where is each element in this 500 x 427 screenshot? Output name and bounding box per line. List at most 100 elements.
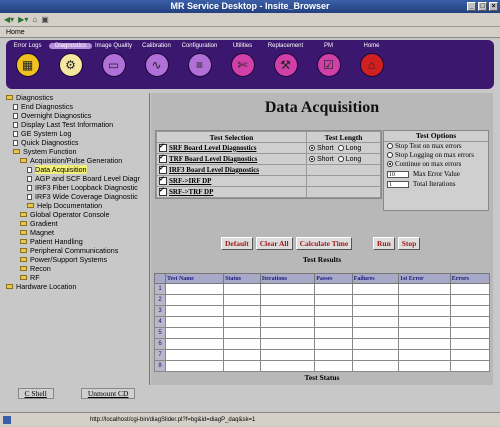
test-name-link[interactable]: IRF3 Board Level Diagnostics xyxy=(169,166,259,174)
tree-item-label: Peripheral Communications xyxy=(30,246,119,255)
grid-icon[interactable]: ▦ xyxy=(15,53,40,77)
tree-item[interactable]: Help Documentation xyxy=(4,201,149,210)
test-checkbox[interactable] xyxy=(159,153,167,164)
length-short-radio[interactable] xyxy=(309,144,315,151)
tree-item[interactable]: Global Operator Console xyxy=(4,210,149,219)
length-short-radio[interactable] xyxy=(309,155,315,162)
tree-item[interactable]: Quick Diagnostics xyxy=(4,138,149,147)
toolbar-item-utilities[interactable]: Utilities ✄ xyxy=(221,40,264,89)
wrench-icon[interactable]: ⚒ xyxy=(273,53,298,77)
stop-nav-icon[interactable]: ▣ xyxy=(41,15,49,24)
document-icon xyxy=(27,193,32,200)
toolbar-item-calibration[interactable]: Calibration ∿ xyxy=(135,40,178,89)
tree-item[interactable]: Overnight Diagnostics xyxy=(4,111,149,120)
results-cell xyxy=(351,294,399,306)
results-cell xyxy=(449,294,491,306)
config-icon[interactable]: ≡ xyxy=(187,53,212,77)
c-shell-button[interactable]: C Shell xyxy=(17,388,54,399)
tree-item[interactable]: Acquisition/Pulse Generation xyxy=(4,156,149,165)
results-row: 7 xyxy=(154,349,491,361)
tree-item[interactable]: Power/Support Systems xyxy=(4,255,149,264)
tree-item[interactable]: Peripheral Communications xyxy=(4,246,149,255)
tree-item[interactable]: Diagnostics xyxy=(4,93,149,102)
test-name-link[interactable]: SRF->IRF DP xyxy=(169,177,211,185)
max-error-input[interactable]: 10 xyxy=(387,170,409,178)
toolbar-item-replacement[interactable]: Replacement ⚒ xyxy=(264,40,307,89)
home-icon[interactable]: ⌂ xyxy=(359,53,384,77)
tree-item[interactable]: GE System Log xyxy=(4,129,149,138)
default-button[interactable]: Default xyxy=(221,237,253,250)
tree-item[interactable]: Gradient xyxy=(4,219,149,228)
toolbar-item-label: Home xyxy=(363,43,380,49)
tree-item[interactable]: RF xyxy=(4,273,149,282)
test-row: TRF Board Level Diagnostics Short Long xyxy=(156,153,381,165)
results-cell xyxy=(164,283,225,295)
toolbar-item-image-quality[interactable]: Image Quality ▭ xyxy=(92,40,135,89)
close-icon[interactable]: × xyxy=(489,2,498,11)
folder-icon xyxy=(20,266,27,271)
results-cell xyxy=(397,349,451,361)
tree-item[interactable]: Recon xyxy=(4,264,149,273)
tools-icon[interactable]: ✄ xyxy=(230,53,255,77)
maximize-icon[interactable]: □ xyxy=(478,2,487,11)
tree-item-label: Gradient xyxy=(30,219,58,228)
toolbar-item-diagnostics[interactable]: Diagnostics ⚙ xyxy=(49,40,92,89)
tree-item[interactable]: Display Last Test Information xyxy=(4,120,149,129)
radio-icon[interactable] xyxy=(387,152,393,159)
test-name-link[interactable]: SRF->TRF DP xyxy=(169,188,213,196)
tree-item[interactable]: Hardware Location xyxy=(4,282,149,291)
monitor-icon[interactable]: ▭ xyxy=(101,53,126,77)
test-checkbox[interactable] xyxy=(159,186,167,197)
gears-icon[interactable]: ⚙ xyxy=(58,53,83,77)
wave-icon[interactable]: ∿ xyxy=(144,53,169,77)
test-checkbox[interactable] xyxy=(159,164,167,175)
total-iterations-input[interactable]: 1 xyxy=(387,180,409,188)
action-buttons: Default Clear All Calculate Time xyxy=(221,237,353,250)
checklist-icon[interactable]: ☑ xyxy=(316,53,341,77)
results-cell xyxy=(449,305,491,317)
tree-item-label: GE System Log xyxy=(21,129,72,138)
toolbar-item-pm[interactable]: PM ☑ xyxy=(307,40,350,89)
length-long-radio[interactable] xyxy=(337,144,344,151)
tree-item[interactable]: AGP and SCF Board Level Diagr xyxy=(4,174,149,183)
toolbar-item-configuration[interactable]: Configuration ≡ xyxy=(178,40,221,89)
tree-item[interactable]: System Function xyxy=(4,147,149,156)
home-bookmark[interactable]: Home xyxy=(6,29,25,36)
back-arrow-icon[interactable]: ◀▾ xyxy=(4,15,14,24)
clear-all-button[interactable]: Clear All xyxy=(255,237,293,250)
test-checkbox[interactable] xyxy=(159,175,167,186)
minimize-icon[interactable]: _ xyxy=(467,2,476,11)
run-button[interactable]: Run xyxy=(373,237,395,250)
test-name-link[interactable]: SRF Board Level Diagnostics xyxy=(169,144,256,152)
test-options-panel: Test Options Stop Test on max errors Sto… xyxy=(383,130,489,211)
radio-icon[interactable] xyxy=(387,143,393,150)
tree-item[interactable]: Patient Handling xyxy=(4,237,149,246)
stop-logging-option[interactable]: Stop Logging on max errors xyxy=(384,151,488,160)
results-row: 2 xyxy=(154,294,491,306)
tree-item[interactable]: Magnet xyxy=(4,228,149,237)
toolbar-item-error-logs[interactable]: Error Logs ▦ xyxy=(6,40,49,89)
toolbar-item-home[interactable]: Home ⌂ xyxy=(350,40,393,89)
tree-item[interactable]: IRF3 Wide Coverage Diagnostic xyxy=(4,192,149,201)
document-icon xyxy=(13,121,18,128)
calculate-time-button[interactable]: Calculate Time xyxy=(295,237,353,250)
unmount-cd-button[interactable]: Unmount CD xyxy=(80,388,136,399)
document-icon xyxy=(27,184,32,191)
test-name-link[interactable]: TRF Board Level Diagnostics xyxy=(169,155,257,163)
stop-on-max-option[interactable]: Stop Test on max errors xyxy=(384,142,488,151)
status-bar: http://localhost/cgi-bin/diagSlider.pl?f… xyxy=(0,412,500,426)
radio-selected-icon[interactable] xyxy=(387,161,393,168)
results-cell xyxy=(259,283,316,295)
tree-item[interactable]: IRF3 Fiber Loopback Diagnostic xyxy=(4,183,149,192)
tree-item-label: Diagnostics xyxy=(16,93,54,102)
length-long-radio[interactable] xyxy=(337,155,344,162)
toolbar-item-label: Utilities xyxy=(232,43,253,49)
stop-button[interactable]: Stop xyxy=(397,237,421,250)
test-checkbox[interactable] xyxy=(159,142,167,153)
tree-item[interactable]: Data Acquisition xyxy=(4,165,149,174)
continue-option[interactable]: Continue on max errors xyxy=(384,160,488,169)
folder-icon xyxy=(27,203,34,208)
tree-item[interactable]: End Diagnostics xyxy=(4,102,149,111)
forward-arrow-icon[interactable]: ▶▾ xyxy=(18,15,28,24)
home-nav-icon[interactable]: ⌂ xyxy=(32,15,37,24)
